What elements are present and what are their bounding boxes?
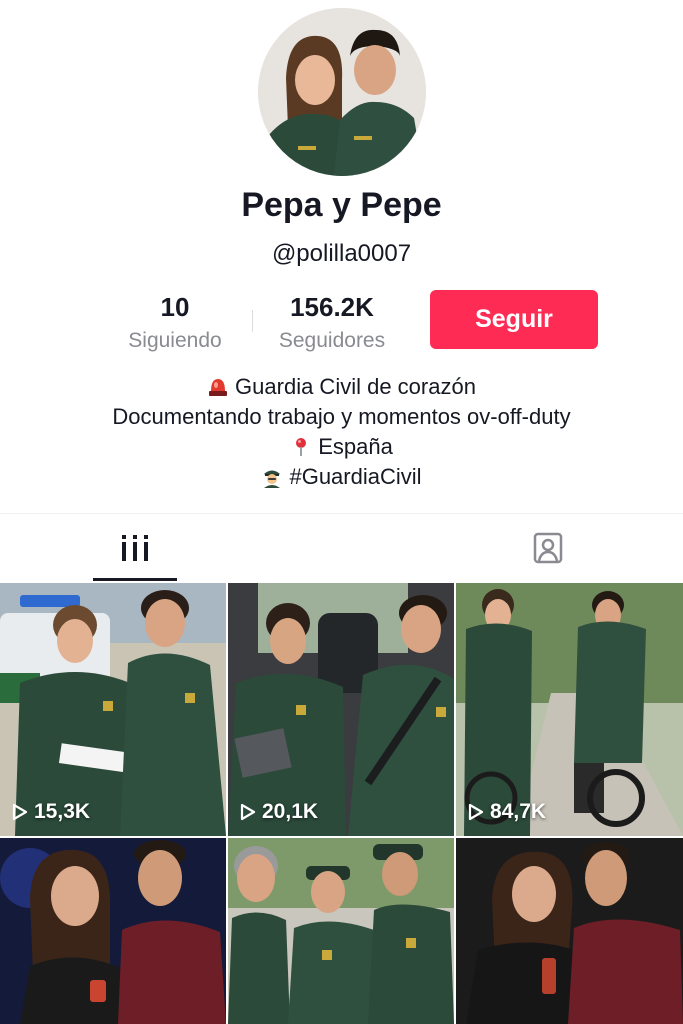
following-count: 10: [160, 292, 190, 322]
video-thumbnail[interactable]: 20,1K: [228, 583, 454, 836]
followers-stat[interactable]: 156.2K Seguidores: [262, 292, 402, 353]
followers-label: Seguidores: [278, 329, 386, 352]
view-count-text: 15,3K: [34, 800, 91, 823]
officer-icon: [264, 470, 281, 488]
bio-text-3: España: [318, 434, 393, 459]
stats-divider: [252, 310, 253, 332]
video-thumbnail-image: [0, 583, 226, 836]
video-thumbnail[interactable]: [228, 838, 454, 1024]
play-icon: [468, 803, 484, 821]
video-thumbnail[interactable]: [456, 838, 683, 1024]
username: @polilla0007: [271, 240, 412, 267]
play-icon: [12, 803, 28, 821]
follow-button[interactable]: Seguir: [430, 290, 598, 349]
view-count-text: 20,1K: [262, 800, 319, 823]
video-thumbnail-image: [228, 838, 454, 1024]
view-count: 20,1K: [240, 800, 318, 824]
grid-icon: [122, 535, 148, 561]
following-stat[interactable]: 10 Siguiendo: [110, 292, 240, 353]
video-thumbnail-image: [456, 583, 683, 836]
video-thumbnail-image: [456, 838, 683, 1024]
bio: Guardia Civil de corazón Documentando tr…: [0, 372, 683, 492]
video-thumbnail-image: [228, 583, 454, 836]
active-tab-indicator: [93, 578, 177, 581]
play-icon: [240, 803, 256, 821]
bio-text-4: #GuardiaCivil: [289, 464, 422, 489]
video-thumbnail[interactable]: 84,7K: [456, 583, 683, 836]
bio-line-2: Documentando trabajo y momentos ov-off-d…: [0, 402, 683, 432]
pin-icon: [296, 438, 307, 456]
avatar[interactable]: [258, 8, 426, 176]
bio-text-1: Guardia Civil de corazón: [235, 374, 476, 399]
bio-text-2: Documentando trabajo y momentos ov-off-d…: [112, 404, 571, 429]
bio-line-4: #GuardiaCivil: [0, 462, 683, 492]
video-thumbnail[interactable]: [0, 838, 226, 1024]
view-count-text: 84,7K: [490, 800, 547, 823]
view-count: 84,7K: [468, 800, 546, 824]
tagged-user-icon: [533, 532, 563, 564]
tab-tagged[interactable]: [505, 514, 591, 582]
view-count: 15,3K: [12, 800, 90, 824]
siren-icon: [209, 379, 228, 396]
bio-line-3: España: [0, 432, 683, 462]
bio-line-1: Guardia Civil de corazón: [0, 372, 683, 402]
avatar-photo: [258, 8, 426, 176]
video-thumbnail-image: [0, 838, 226, 1024]
following-label: Siguiendo: [128, 329, 222, 352]
video-grid: 15,3K 20,1K 84,7K: [0, 583, 683, 1024]
display-name: Pepa y Pepe: [241, 186, 442, 224]
video-thumbnail[interactable]: 15,3K: [0, 583, 226, 836]
followers-count: 156.2K: [290, 292, 374, 322]
tab-videos[interactable]: [92, 514, 178, 582]
